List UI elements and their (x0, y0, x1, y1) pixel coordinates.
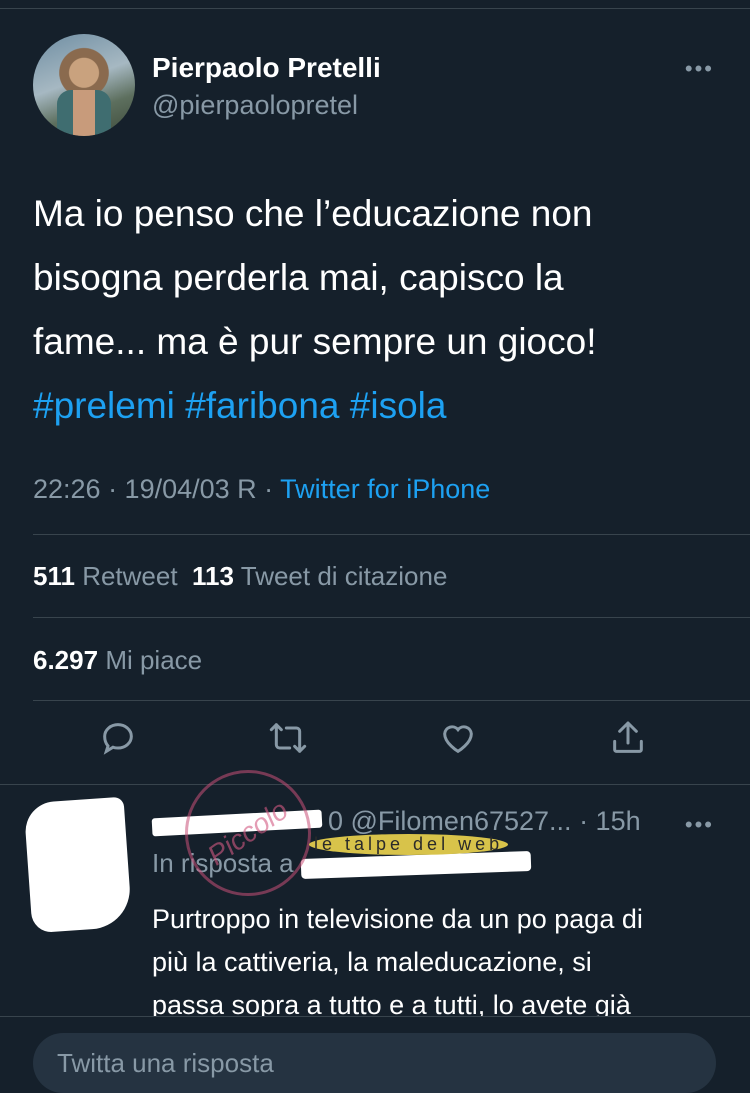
retweet-icon[interactable] (268, 718, 312, 762)
divider (0, 784, 750, 785)
quote-label[interactable]: Tweet di citazione (241, 561, 448, 591)
like-count[interactable]: 6.297 (33, 645, 98, 675)
retweet-count[interactable]: 511 (33, 561, 75, 591)
reply-body: Purtroppo in televisione da un po paga d… (152, 898, 732, 1027)
reply-compose-input[interactable]: Twitta una risposta (33, 1033, 716, 1093)
compose-bar: Twitta una risposta (0, 1016, 750, 1093)
divider (33, 700, 750, 701)
divider (33, 617, 750, 618)
avatar-photo (57, 90, 111, 136)
watermark-text: le talpe del web (309, 834, 509, 855)
hashtag-line: #prelemi #faribona #isola (33, 374, 723, 438)
like-icon[interactable] (438, 718, 482, 762)
tweet-text-line: fame... ma è pur sempre un gioco! (33, 321, 597, 362)
more-options-icon[interactable]: ••• (685, 56, 714, 82)
quote-count[interactable]: 113 (192, 561, 234, 591)
like-label[interactable]: Mi piace (105, 645, 202, 675)
tweet-text-line: bisogna perderla mai, capisco la (33, 257, 564, 298)
tweet-metadata: 22:26 · 19/04/03 R · Twitter for iPhone (33, 474, 490, 505)
tweet-timestamp[interactable]: 22:26 · 19/04/03 R · (33, 474, 273, 504)
reply-text-line: Purtroppo in televisione da un po paga d… (152, 904, 643, 934)
author-name[interactable]: Pierpaolo Pretelli (152, 52, 381, 84)
tweet-action-bar (0, 718, 750, 766)
hashtag-link[interactable]: #isola (350, 385, 447, 426)
top-divider (0, 8, 750, 9)
reply-time: · 15h (579, 806, 641, 836)
tweet-body: Ma io penso che l’educazione non bisogna… (33, 182, 723, 438)
retweet-label[interactable]: Retweet (82, 561, 177, 591)
watermark-site-text: le talpe del web (308, 834, 509, 855)
reply-more-options-icon[interactable]: ••• (685, 812, 714, 838)
redaction-mark (300, 851, 532, 880)
reply-author-handle: 0 @Filomen67527... (328, 806, 572, 836)
divider (33, 534, 750, 535)
like-stats: 6.297 Mi piace (33, 645, 202, 676)
reply-avatar-redacted[interactable] (23, 796, 133, 934)
hashtag-link[interactable]: #prelemi (33, 385, 175, 426)
reply-icon[interactable] (98, 718, 142, 762)
author-handle[interactable]: @pierpaolopretel (152, 90, 358, 121)
reply-tweet[interactable]: 0 @Filomen67527... · 15h ••• In risposta… (0, 790, 750, 1020)
share-icon[interactable] (608, 718, 652, 762)
reply-text-line: più la cattiveria, la maleducazione, si (152, 947, 592, 977)
retweet-stats: 511 Retweet 113 Tweet di citazione (33, 561, 447, 592)
tweet-text-line: Ma io penso che l’educazione non (33, 193, 593, 234)
tweet-source-link[interactable]: Twitter for iPhone (280, 474, 490, 504)
author-avatar[interactable] (33, 34, 135, 136)
hashtag-link[interactable]: #faribona (185, 385, 339, 426)
